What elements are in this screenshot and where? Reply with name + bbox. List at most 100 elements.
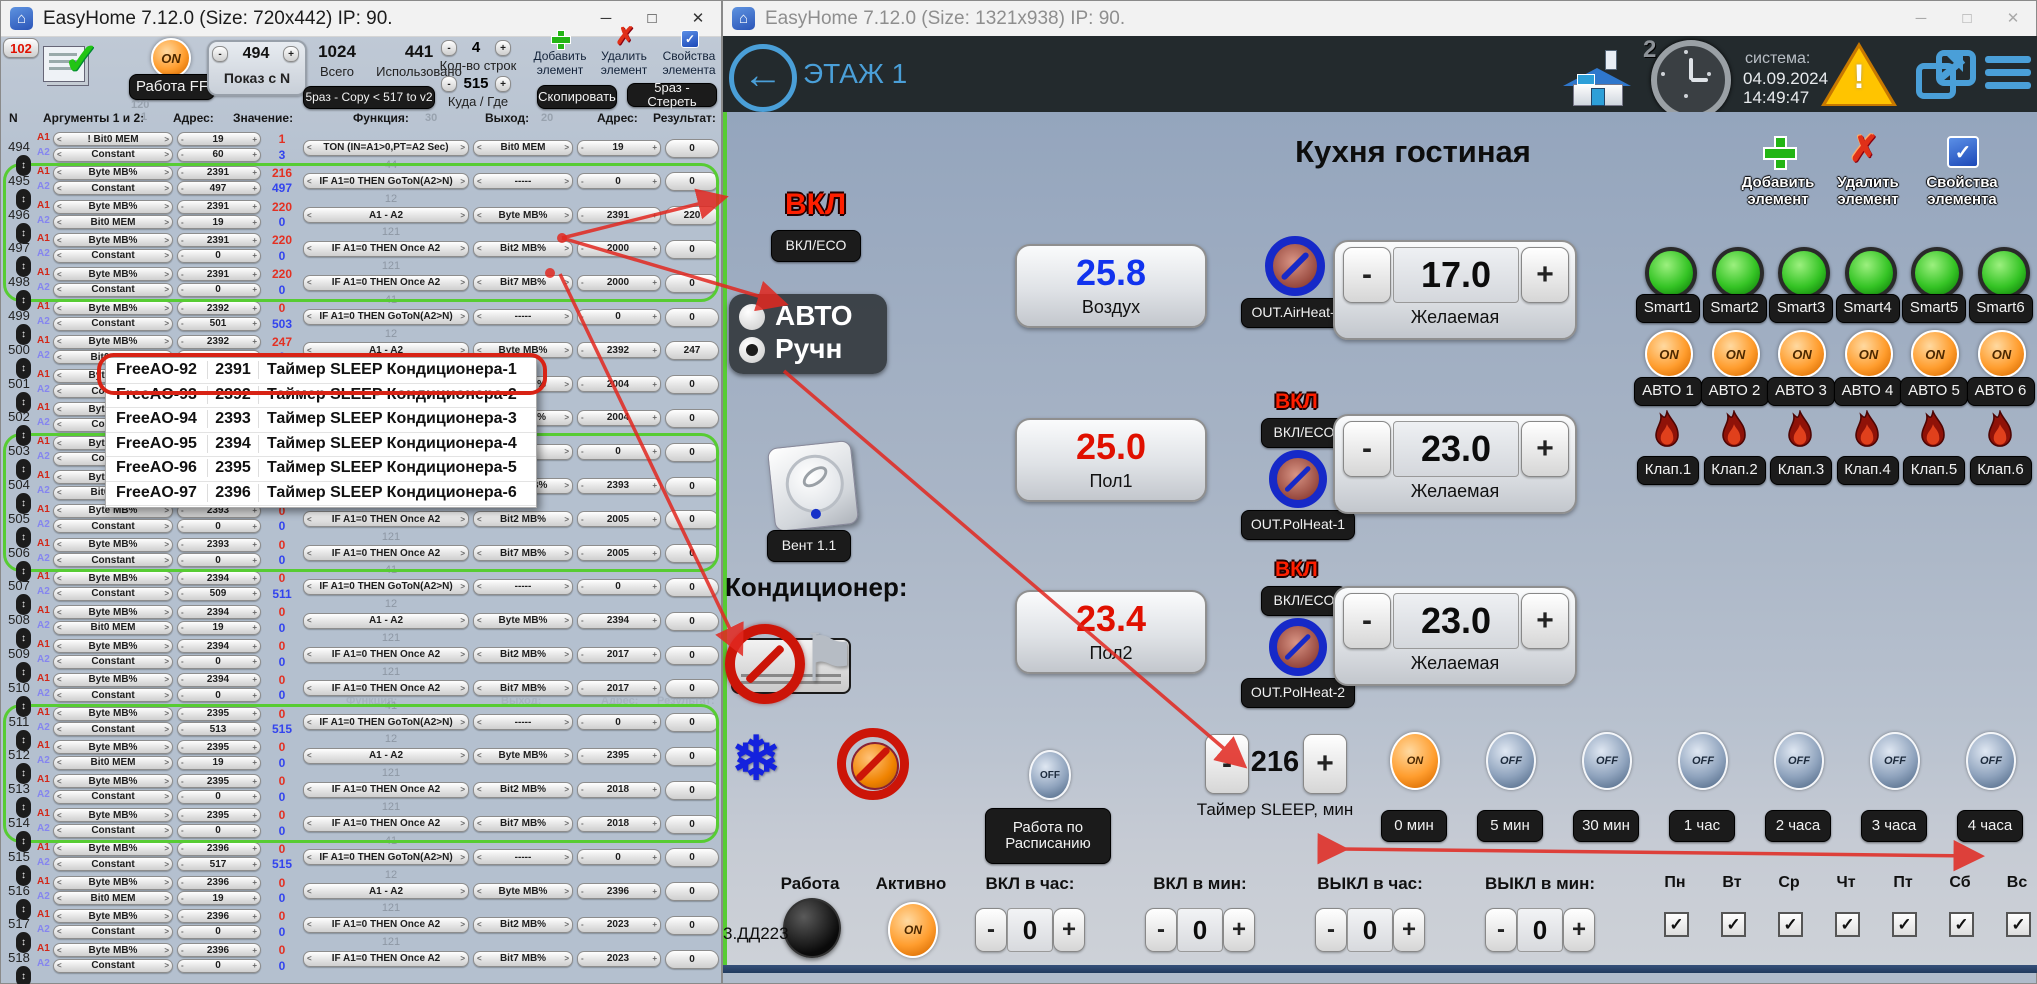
arg2-addr-stepper[interactable]: -19+: [177, 215, 261, 229]
arg1-type-select[interactable]: <Byte MB%>: [53, 639, 173, 653]
arg1-addr-stepper[interactable]: -2391+: [177, 233, 261, 247]
output-addr-stepper[interactable]: -2004+: [577, 410, 661, 426]
output-addr-stepper[interactable]: -0+: [577, 309, 661, 325]
function-select[interactable]: <A1 - A2>: [303, 748, 469, 764]
desired-plus-button[interactable]: +: [1521, 593, 1569, 649]
result-value[interactable]: 0: [665, 139, 719, 158]
arg2-type-select[interactable]: <Constant>: [53, 655, 173, 669]
row-move-handle[interactable]: ↕: [16, 155, 31, 176]
function-select[interactable]: <IF A1=0 THEN GoToN(A2>N)>: [303, 579, 469, 595]
function-select[interactable]: <IF A1=0 THEN GoToN(A2>N)>: [303, 309, 469, 325]
arg2-addr-stepper[interactable]: -0+: [177, 959, 261, 973]
function-select[interactable]: <IF A1=0 THEN Once A2>: [303, 951, 469, 967]
schedule-minus-button[interactable]: -: [1485, 908, 1517, 952]
arg2-addr-stepper[interactable]: -19+: [177, 756, 261, 770]
arg2-type-select[interactable]: <Constant>: [53, 824, 173, 838]
result-value[interactable]: 0: [665, 612, 719, 631]
row-move-handle[interactable]: ↕: [16, 865, 31, 886]
output-addr-stepper[interactable]: -2000+: [577, 241, 661, 257]
output-addr-stepper[interactable]: -2392+: [577, 342, 661, 358]
timer-plus-button[interactable]: +: [1303, 734, 1347, 794]
result-value[interactable]: 0: [665, 781, 719, 800]
row-move-handle[interactable]: ↕: [16, 290, 31, 311]
work-toggle[interactable]: [783, 898, 841, 958]
arg2-addr-stepper[interactable]: -19+: [177, 621, 261, 635]
function-select[interactable]: <IF A1=0 THEN Once A2>: [303, 511, 469, 527]
row-move-handle[interactable]: ↕: [16, 358, 31, 379]
arg2-type-select[interactable]: <Constant>: [53, 959, 173, 973]
arg1-type-select[interactable]: <Byte MB%>: [53, 876, 173, 890]
function-select[interactable]: <IF A1=0 THEN Once A2>: [303, 647, 469, 663]
mode-auto-radio[interactable]: [739, 304, 765, 330]
arg2-type-select[interactable]: <Bit0 MEM>: [53, 756, 173, 770]
result-value[interactable]: 0: [665, 916, 719, 935]
smart-indicator[interactable]: [1712, 247, 1764, 299]
function-select[interactable]: <IF A1=0 THEN Once A2>: [303, 816, 469, 832]
out-polheat2-icon[interactable]: [1269, 618, 1327, 676]
desired-plus-button[interactable]: +: [1521, 247, 1569, 303]
row-move-handle[interactable]: ↕: [16, 730, 31, 751]
result-value[interactable]: 0: [665, 477, 719, 496]
arg2-addr-stepper[interactable]: -60+: [177, 148, 261, 162]
arg2-type-select[interactable]: <Constant>: [53, 688, 173, 702]
maximize-button[interactable]: □: [1944, 1, 1990, 35]
result-value[interactable]: 0: [665, 848, 719, 867]
row-move-handle[interactable]: ↕: [16, 561, 31, 582]
arg1-type-select[interactable]: <Byte MB%>: [53, 605, 173, 619]
arg1-addr-stepper[interactable]: -2392+: [177, 335, 261, 349]
schedule-minus-button[interactable]: -: [975, 908, 1007, 952]
rows-count-minus[interactable]: -: [441, 40, 457, 56]
arg2-addr-stepper[interactable]: -0+: [177, 688, 261, 702]
output-select[interactable]: <Bit2 MB%>: [473, 647, 573, 663]
erase-button[interactable]: 5раз - Стереть: [627, 83, 717, 107]
row-move-handle[interactable]: ↕: [16, 763, 31, 784]
arg1-addr-stepper[interactable]: -2391+: [177, 200, 261, 214]
function-select[interactable]: <A1 - A2>: [303, 342, 469, 358]
output-addr-stepper[interactable]: -2004+: [577, 376, 661, 392]
arg1-addr-stepper[interactable]: -2396+: [177, 876, 261, 890]
warning-icon[interactable]: !: [1821, 42, 1897, 108]
function-select[interactable]: <IF A1=0 THEN Once A2>: [303, 545, 469, 561]
desired-minus-button[interactable]: -: [1343, 593, 1391, 649]
function-select[interactable]: <IF A1=0 THEN GoToN(A2>N)>: [303, 714, 469, 730]
avto-toggle[interactable]: ON: [1645, 330, 1693, 378]
output-select[interactable]: <Bit7 MB%>: [473, 275, 573, 291]
output-select[interactable]: <Bit0 MEM>: [473, 140, 573, 156]
avto-toggle[interactable]: ON: [1845, 330, 1893, 378]
result-value[interactable]: 0: [665, 510, 719, 529]
output-select[interactable]: <Bit7 MB%>: [473, 680, 573, 696]
output-select[interactable]: <Byte MB%>: [473, 613, 573, 629]
output-addr-stepper[interactable]: -2017+: [577, 680, 661, 696]
output-addr-stepper[interactable]: -0+: [577, 579, 661, 595]
arg1-addr-stepper[interactable]: -2395+: [177, 774, 261, 788]
arg2-type-select[interactable]: <Bit0 MEM>: [53, 215, 173, 229]
output-select[interactable]: <Bit2 MB%>: [473, 782, 573, 798]
row-move-handle[interactable]: ↕: [16, 831, 31, 852]
arg2-addr-stepper[interactable]: -513+: [177, 722, 261, 736]
arg1-addr-stepper[interactable]: -2393+: [177, 538, 261, 552]
arg2-addr-stepper[interactable]: -0+: [177, 824, 261, 838]
output-addr-stepper[interactable]: -0+: [577, 173, 661, 189]
smart-indicator[interactable]: [1778, 247, 1830, 299]
output-addr-stepper[interactable]: -19+: [577, 140, 661, 156]
close-button[interactable]: ✕: [1990, 1, 2036, 35]
day-checkbox[interactable]: ✓: [2006, 912, 2031, 937]
result-value[interactable]: 0: [665, 443, 719, 462]
output-addr-stepper[interactable]: -0+: [577, 444, 661, 460]
schedule-plus-button[interactable]: +: [1393, 908, 1425, 952]
popup-row[interactable]: FreeAO-952394Таймер SLEEP Кондиционера-4: [106, 432, 536, 458]
arg2-addr-stepper[interactable]: -0+: [177, 249, 261, 263]
arg2-type-select[interactable]: <Constant>: [53, 148, 173, 162]
arg1-type-select[interactable]: <Byte MB%>: [53, 842, 173, 856]
day-checkbox[interactable]: ✓: [1664, 912, 1689, 937]
arg2-addr-stepper[interactable]: -0+: [177, 519, 261, 533]
row-move-handle[interactable]: ↕: [16, 594, 31, 615]
function-select[interactable]: <IF A1=0 THEN Once A2>: [303, 680, 469, 696]
out-polheat1-icon[interactable]: [1269, 450, 1327, 508]
snowflake-icon[interactable]: ❄: [731, 724, 781, 794]
output-select[interactable]: <Bit2 MB%>: [473, 241, 573, 257]
popup-row[interactable]: FreeAO-962395Таймер SLEEP Кондиционера-5: [106, 456, 536, 482]
where-plus[interactable]: +: [495, 76, 511, 92]
output-addr-stepper[interactable]: -2395+: [577, 748, 661, 764]
delete-element-button[interactable]: ✗ Удалитьэлемент: [1823, 134, 1913, 224]
